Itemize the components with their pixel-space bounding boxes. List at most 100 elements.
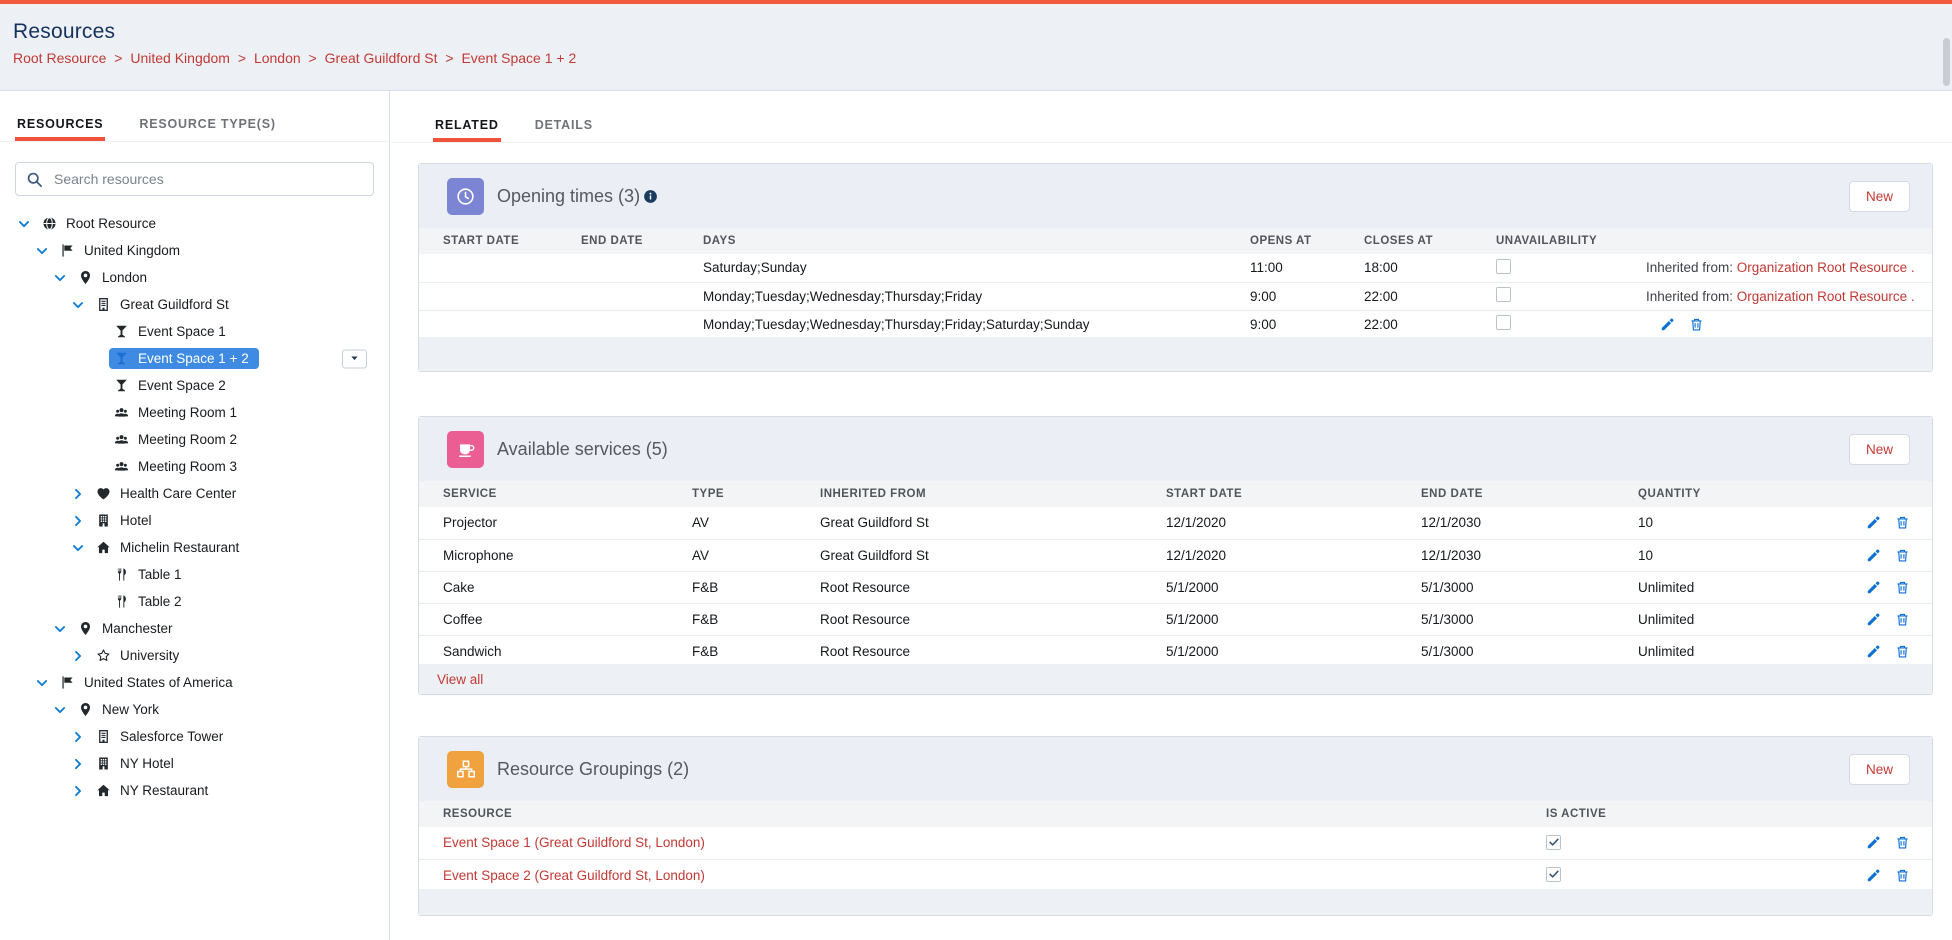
tree-node[interactable]: Event Space 2 bbox=[114, 378, 226, 393]
tree-node[interactable]: NY Restaurant bbox=[96, 783, 208, 798]
delete-icon[interactable] bbox=[1895, 580, 1910, 595]
breadcrumb-link[interactable]: Root Resource bbox=[13, 50, 106, 66]
chevron-down-icon[interactable] bbox=[70, 298, 86, 312]
chevron-right-icon[interactable] bbox=[70, 784, 86, 798]
chevron-right-icon[interactable] bbox=[70, 514, 86, 528]
tree-node[interactable]: Table 1 bbox=[114, 567, 182, 582]
edit-icon[interactable] bbox=[1866, 835, 1881, 850]
chevron-down-icon[interactable] bbox=[52, 622, 68, 636]
breadcrumb-link[interactable]: United Kingdom bbox=[130, 50, 230, 66]
delete-icon[interactable] bbox=[1895, 548, 1910, 563]
tree-item[interactable]: Table 1 bbox=[0, 561, 389, 588]
tree-node[interactable]: Event Space 1 bbox=[114, 324, 226, 339]
tree-node[interactable]: University bbox=[96, 648, 179, 663]
scrollbar-thumb[interactable] bbox=[1943, 38, 1950, 86]
tree-item[interactable]: United States of America bbox=[0, 669, 389, 696]
tree-node[interactable]: Event Space 1 + 2 bbox=[109, 348, 259, 369]
delete-icon[interactable] bbox=[1895, 644, 1910, 659]
tree-node[interactable]: Meeting Room 1 bbox=[114, 405, 237, 420]
tree-item[interactable]: New York bbox=[0, 696, 389, 723]
new-button[interactable]: New bbox=[1849, 434, 1910, 465]
inherited-from-link[interactable]: Organization Root Resource . bbox=[1737, 289, 1915, 304]
chevron-right-icon[interactable] bbox=[70, 487, 86, 501]
new-button[interactable]: New bbox=[1849, 754, 1910, 785]
tree-item[interactable]: Meeting Room 2 bbox=[0, 426, 389, 453]
tree-node[interactable]: NY Hotel bbox=[96, 756, 174, 771]
tree-item[interactable]: Event Space 1 bbox=[0, 318, 389, 345]
tree-item[interactable]: Health Care Center bbox=[0, 480, 389, 507]
tree-node[interactable]: Meeting Room 3 bbox=[114, 459, 237, 474]
tab-resources[interactable]: RESOURCES bbox=[15, 117, 105, 141]
chevron-down-icon[interactable] bbox=[52, 271, 68, 285]
tree-item[interactable]: United Kingdom bbox=[0, 237, 389, 264]
tree-item[interactable]: NY Hotel bbox=[0, 750, 389, 777]
edit-icon[interactable] bbox=[1866, 612, 1881, 627]
row-menu-button[interactable] bbox=[342, 349, 367, 368]
chevron-down-icon[interactable] bbox=[16, 217, 32, 231]
tree-item[interactable]: Meeting Room 3 bbox=[0, 453, 389, 480]
chevron-down-icon[interactable] bbox=[34, 244, 50, 258]
search-input[interactable] bbox=[52, 170, 363, 188]
chevron-right-icon[interactable] bbox=[70, 757, 86, 771]
tree-node[interactable]: New York bbox=[78, 702, 159, 717]
chevron-down-icon[interactable] bbox=[70, 541, 86, 555]
edit-icon[interactable] bbox=[1866, 580, 1881, 595]
delete-icon[interactable] bbox=[1895, 868, 1910, 883]
view-all-link[interactable]: View all bbox=[437, 672, 483, 687]
unavailability-checkbox[interactable] bbox=[1496, 259, 1511, 274]
delete-icon[interactable] bbox=[1895, 515, 1910, 530]
tree-node[interactable]: Root Resource bbox=[42, 216, 156, 231]
tree-node[interactable]: London bbox=[78, 270, 147, 285]
tree-item[interactable]: University bbox=[0, 642, 389, 669]
tree-item[interactable]: Event Space 1 + 2 bbox=[0, 345, 389, 372]
is-active-checkbox[interactable] bbox=[1546, 835, 1561, 850]
tree-item[interactable]: Event Space 2 bbox=[0, 372, 389, 399]
chevron-right-icon[interactable] bbox=[70, 649, 86, 663]
tree-node[interactable]: Michelin Restaurant bbox=[96, 540, 239, 555]
inherited-from-link[interactable]: Organization Root Resource . bbox=[1737, 260, 1915, 275]
delete-icon[interactable] bbox=[1689, 317, 1704, 332]
tree-node[interactable]: Hotel bbox=[96, 513, 152, 528]
tree-node[interactable]: Manchester bbox=[78, 621, 173, 636]
is-active-checkbox[interactable] bbox=[1546, 867, 1561, 882]
unavailability-checkbox[interactable] bbox=[1496, 315, 1511, 330]
edit-icon[interactable] bbox=[1866, 548, 1881, 563]
tree-item[interactable]: Table 2 bbox=[0, 588, 389, 615]
chevron-down-icon[interactable] bbox=[34, 676, 50, 690]
edit-icon[interactable] bbox=[1866, 868, 1881, 883]
tree-node[interactable]: United States of America bbox=[60, 675, 233, 690]
unavailability-checkbox[interactable] bbox=[1496, 287, 1511, 302]
resource-link[interactable]: Event Space 2 (Great Guildford St, Londo… bbox=[443, 868, 705, 883]
tree-item[interactable]: NY Restaurant bbox=[0, 777, 389, 804]
tree-item[interactable]: Michelin Restaurant bbox=[0, 534, 389, 561]
info-icon[interactable] bbox=[643, 189, 658, 204]
new-button[interactable]: New bbox=[1849, 181, 1910, 212]
tree-node[interactable]: Meeting Room 2 bbox=[114, 432, 237, 447]
breadcrumb-link[interactable]: Event Space 1 + 2 bbox=[461, 50, 576, 66]
tree-item[interactable]: Meeting Room 1 bbox=[0, 399, 389, 426]
resource-link[interactable]: Event Space 1 (Great Guildford St, Londo… bbox=[443, 835, 705, 850]
delete-icon[interactable] bbox=[1895, 835, 1910, 850]
edit-icon[interactable] bbox=[1866, 644, 1881, 659]
chevron-right-icon[interactable] bbox=[70, 730, 86, 744]
tree-node[interactable]: Health Care Center bbox=[96, 486, 236, 501]
breadcrumb-link[interactable]: Great Guildford St bbox=[325, 50, 438, 66]
tree-item[interactable]: Hotel bbox=[0, 507, 389, 534]
tree-item[interactable]: Salesforce Tower bbox=[0, 723, 389, 750]
breadcrumb-link[interactable]: London bbox=[254, 50, 301, 66]
tab-resource-type-s[interactable]: RESOURCE TYPE(S) bbox=[137, 117, 277, 141]
delete-icon[interactable] bbox=[1895, 612, 1910, 627]
tab-details[interactable]: DETAILS bbox=[533, 118, 595, 142]
chevron-down-icon[interactable] bbox=[52, 703, 68, 717]
edit-icon[interactable] bbox=[1660, 317, 1675, 332]
edit-icon[interactable] bbox=[1866, 515, 1881, 530]
tree-node[interactable]: Salesforce Tower bbox=[96, 729, 223, 744]
tree-item[interactable]: Root Resource bbox=[0, 210, 389, 237]
tree-item[interactable]: London bbox=[0, 264, 389, 291]
tree-item[interactable]: Manchester bbox=[0, 615, 389, 642]
tree-node[interactable]: Great Guildford St bbox=[96, 297, 229, 312]
tree-node[interactable]: Table 2 bbox=[114, 594, 182, 609]
tree-item[interactable]: Great Guildford St bbox=[0, 291, 389, 318]
tab-related[interactable]: RELATED bbox=[433, 118, 501, 142]
tree-node[interactable]: United Kingdom bbox=[60, 243, 180, 258]
